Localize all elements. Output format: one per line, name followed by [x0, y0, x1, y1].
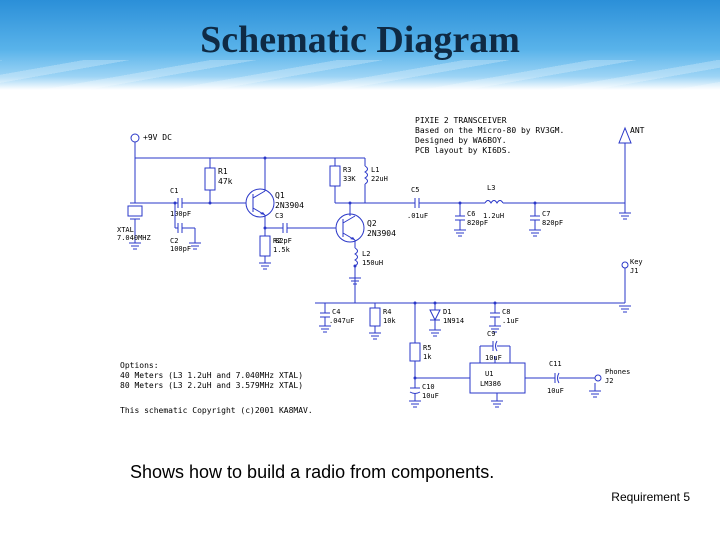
- c11-val: 10uF: [547, 387, 564, 395]
- r4-val: 10k: [383, 317, 396, 325]
- options-head: Options:: [120, 361, 159, 370]
- c1-val: 100pF: [170, 210, 191, 218]
- l2-val: 150uH: [362, 259, 383, 267]
- header-line1: PIXIE 2 TRANSCEIVER: [415, 116, 507, 125]
- j1-val: J1: [630, 267, 638, 275]
- c5-ref: C5: [411, 186, 419, 194]
- options-l1: 40 Meters (L3 1.2uH and 7.040MHz XTAL): [120, 371, 303, 380]
- u1-ref: U1: [485, 370, 493, 378]
- c4-val: .047uF: [329, 317, 354, 325]
- j1-ref: Key: [630, 258, 643, 266]
- requirement-label: Requirement 5: [611, 490, 690, 504]
- q2-ref: Q2: [367, 219, 377, 228]
- j2-ref: Phones: [605, 368, 630, 376]
- c7-ref: C7: [542, 210, 550, 218]
- c11-ref: C11: [549, 360, 562, 368]
- xtal-ref: XTAL: [117, 226, 134, 234]
- c9-ref: C9: [487, 330, 495, 338]
- c2-ref: C2: [170, 237, 178, 245]
- u1-val: LM386: [480, 380, 501, 388]
- c4-ref: C4: [332, 308, 340, 316]
- header-line4: PCB layout by KI6DS.: [415, 146, 511, 155]
- l2-ref: L2: [362, 250, 370, 258]
- schematic-diagram: PIXIE 2 TRANSCEIVER Based on the Micro-8…: [115, 108, 650, 448]
- r3-val: 33K: [343, 175, 356, 183]
- d1-ref: D1: [443, 308, 451, 316]
- l1-val: 22uH: [371, 175, 388, 183]
- c1-ref: C1: [170, 187, 178, 195]
- caption-text: Shows how to build a radio from componen…: [130, 462, 494, 483]
- r1-val: 47k: [218, 177, 233, 186]
- c10-val: 10uF: [422, 392, 439, 400]
- q1-ref: Q1: [275, 191, 285, 200]
- l3-ref: L3: [487, 184, 495, 192]
- options-l2: 80 Meters (L3 2.2uH and 3.579MHz XTAL): [120, 381, 303, 390]
- power-label: +9V DC: [143, 133, 172, 142]
- c9-val: 10uF: [485, 354, 502, 362]
- c6-val: 820pF: [467, 219, 488, 227]
- copyright: This schematic Copyright (c)2001 KA8MAV.: [120, 406, 313, 415]
- c8-ref: C8: [502, 308, 510, 316]
- c3-ref: C3: [275, 212, 283, 220]
- header-line2: Based on the Micro-80 by RV3GM.: [415, 126, 564, 135]
- j2-val: J2: [605, 377, 613, 385]
- r5-val: 1k: [423, 353, 432, 361]
- ant-label: ANT: [630, 126, 645, 135]
- q1-val: 2N3904: [275, 201, 304, 210]
- r3-ref: R3: [343, 166, 351, 174]
- r2-ref: R2: [273, 237, 281, 245]
- c6-ref: C6: [467, 210, 475, 218]
- c8-val: .1uF: [502, 317, 519, 325]
- l1-ref: L1: [371, 166, 379, 174]
- c5-val: .01uF: [407, 212, 428, 220]
- r5-ref: R5: [423, 344, 431, 352]
- r4-ref: R4: [383, 308, 391, 316]
- c10-ref: C10: [422, 383, 435, 391]
- q2-val: 2N3904: [367, 229, 396, 238]
- l3-val: 1.2uH: [483, 212, 504, 220]
- slide-title: Schematic Diagram: [0, 18, 720, 62]
- r1-ref: R1: [218, 167, 228, 176]
- header-line3: Designed by WA6BOY.: [415, 136, 507, 145]
- xtal-val: 7.040MHZ: [117, 234, 151, 242]
- c7-val: 820pF: [542, 219, 563, 227]
- d1-val: 1N914: [443, 317, 464, 325]
- c2-val: 100pF: [170, 245, 191, 253]
- r2-val: 1.5k: [273, 246, 291, 254]
